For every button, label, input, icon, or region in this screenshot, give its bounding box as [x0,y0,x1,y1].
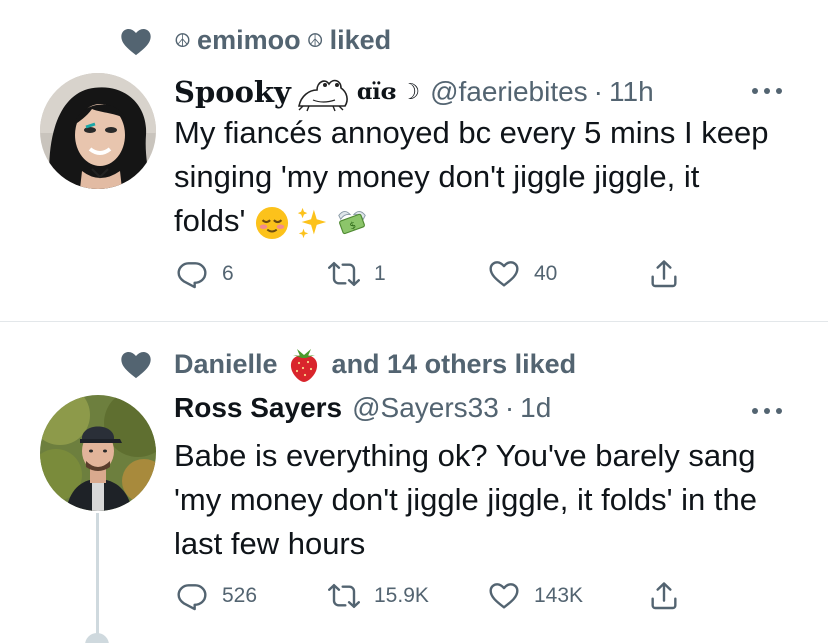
like-heart-icon [489,583,519,609]
frog-icon [297,79,348,112]
retweet-button[interactable]: 15.9K [328,580,429,612]
money-with-wings-icon: $ [338,210,367,234]
tweet-card[interactable]: ☮ emimoo ☮ liked Spooky ɑïɞ ☽ @faeriebit… [0,0,828,322]
peace-icon: ☮ [306,31,324,52]
tweet-header: Ross Sayers @Sayers33 · 1d [174,392,551,424]
social-context: Danielle and 14 others liked [120,345,576,383]
retweet-count: 15.9K [374,584,429,607]
action-bar: 526 15.9K 143K [176,580,696,616]
handle[interactable]: @Sayers33 [352,392,499,424]
social-context: ☮ emimoo ☮ liked [120,25,391,56]
tweet-card[interactable]: Danielle and 14 others liked Ross Sayers… [0,323,828,643]
reply-button[interactable]: 526 [176,580,257,612]
reply-icon [177,584,207,611]
timestamp[interactable]: 1d [520,392,551,424]
thread-line [96,513,99,643]
retweet-icon [328,262,360,286]
avatar[interactable] [40,73,156,189]
action-bar: 6 1 40 [176,258,696,294]
social-verb: and 14 others liked [331,348,577,379]
separator-dot: · [593,76,603,107]
like-count: 40 [534,262,558,285]
like-button[interactable]: 143K [488,580,583,612]
share-icon [651,582,677,610]
handle[interactable]: @faeriebites [430,76,588,108]
retweet-button[interactable]: 1 [328,258,386,290]
peace-icon: ☮ [174,31,192,52]
tweet-text-content: Babe is everything ok? You've barely san… [174,438,757,561]
more-options-icon[interactable] [752,87,782,95]
like-count: 143K [534,584,584,607]
like-button[interactable]: 40 [488,258,557,290]
tweet-header: Spooky ɑïɞ ☽ @faeriebites · 11h [174,72,654,112]
reply-button[interactable]: 6 [176,258,234,290]
display-name[interactable]: Spooky [174,75,291,109]
relieved-face-icon [256,206,289,239]
retweet-count: 1 [374,262,386,285]
heart-filled-icon [121,28,151,55]
avatar[interactable] [40,395,156,511]
sparkles-icon [298,207,327,238]
social-verb: liked [329,25,392,55]
social-user-link[interactable]: emimoo [197,25,301,56]
share-button[interactable] [648,258,680,290]
moon-icon: ☽ [400,79,421,104]
more-options-icon[interactable] [752,407,782,415]
share-icon [651,260,677,288]
name-suffix: ɑïɞ [356,79,397,105]
social-user-link[interactable]: Danielle [174,349,278,380]
separator-dot: · [504,392,515,423]
reply-count: 526 [222,584,258,607]
display-name[interactable]: Ross Sayers [174,392,342,424]
reply-icon [177,262,207,289]
strawberry-icon [290,349,317,382]
reply-count: 6 [222,262,234,285]
emoji-row: $ [255,206,375,240]
timestamp[interactable]: 11h [609,76,654,108]
share-button[interactable] [648,580,680,612]
like-heart-icon [489,261,519,287]
tweet-text: Babe is everything ok? You've barely san… [174,434,774,566]
tweet-text: My fiancés annoyed bc every 5 mins I kee… [174,111,774,243]
heart-filled-icon [121,352,151,379]
divider [0,321,828,322]
retweet-icon [328,584,360,608]
